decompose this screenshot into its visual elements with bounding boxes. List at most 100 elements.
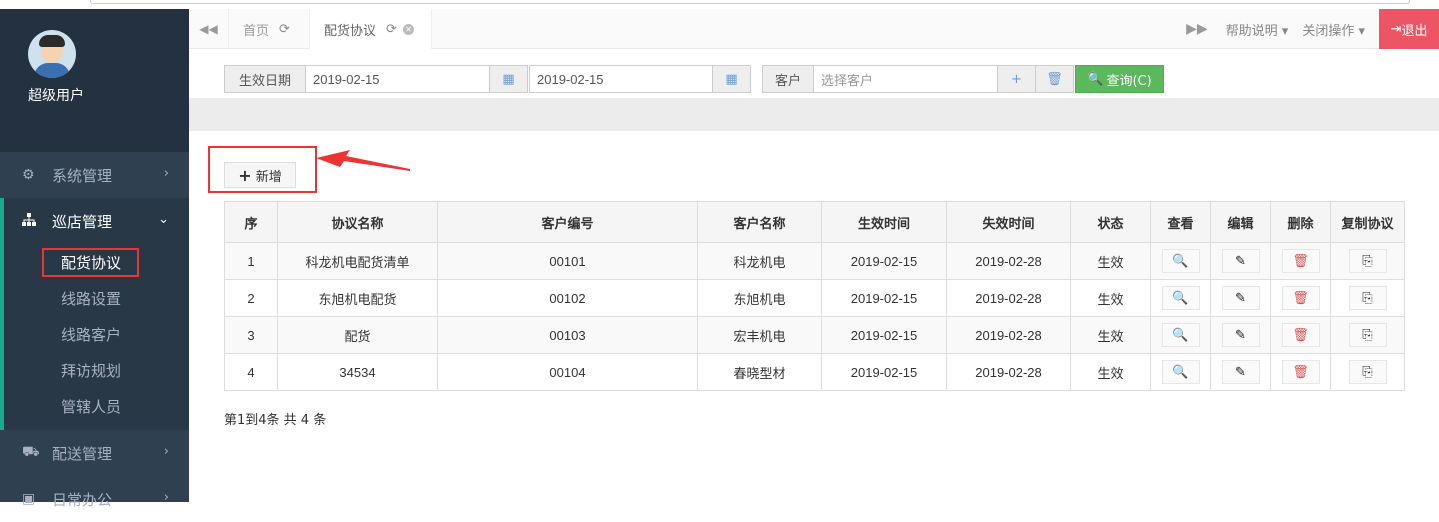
query-button[interactable]: 🔍 查询(C) — [1075, 65, 1164, 93]
view-button[interactable]: 🔍 — [1161, 323, 1200, 347]
col-effective-time[interactable]: 生效时间 — [821, 201, 947, 243]
nav-item-delivery[interactable]: ⛟ 配送管理 › — [0, 430, 189, 476]
cell-customer: 东旭机电 — [697, 279, 822, 317]
tab-bar: ◀◀ 首页 ⟳ 配货协议 ⟳ ✕ ▶▶ 帮助说明 ▾ 关闭操作 ▾ ⇥ 退出 — [189, 9, 1439, 49]
close-operations-dropdown[interactable]: 关闭操作 ▾ — [1302, 20, 1365, 39]
search-icon: 🔍 — [1172, 253, 1189, 268]
edit-button[interactable]: ✎ — [1221, 360, 1260, 384]
date-from-input[interactable]: 2019-02-15 — [306, 65, 490, 93]
cell-action: ✎ — [1210, 353, 1271, 391]
nav-item-system[interactable]: ⚙ 系统管理 › — [0, 152, 189, 198]
cell-action: ✎ — [1210, 279, 1271, 317]
nav-label: 配送管理 — [52, 444, 113, 463]
subnav-item-distribution-agreement[interactable]: 配货协议 — [4, 244, 189, 280]
cogs-icon: ⚙ — [22, 167, 35, 183]
table-row[interactable]: 1 科龙机电配货清单 00101 科龙机电 2019-02-15 2019-02-28 生效… — [224, 242, 1405, 280]
cell-action: 🔍 — [1150, 279, 1211, 317]
table-row[interactable]: 4 34534 00104 春晓型材 2019-02-15 2019-02-28 生效 🔍 ✎ 🗑… — [224, 353, 1405, 391]
chevron-right-icon: › — [163, 166, 169, 181]
cell-action: 🗑 — [1270, 242, 1331, 280]
customer-input[interactable]: 选择客户 — [814, 65, 998, 93]
nav-item-store-patrol[interactable]: 巡店管理 ⌄ — [0, 198, 189, 244]
trash-icon[interactable]: 🗑 — [1036, 65, 1074, 93]
plus-icon[interactable]: + — [998, 65, 1036, 93]
cell-action: ⎘ — [1330, 242, 1405, 280]
copy-button[interactable]: ⎘ — [1348, 286, 1387, 310]
nav-label: 系统管理 — [52, 166, 113, 185]
date-to-input[interactable]: 2019-02-15 — [529, 65, 713, 93]
col-edit: 编辑 — [1210, 201, 1271, 243]
table-row[interactable]: 2 东旭机电配货 00102 东旭机电 2019-02-15 2019-02-28 生效 🔍 ✎… — [224, 279, 1405, 317]
cell-start: 2019-02-15 — [821, 353, 947, 391]
cell-customer: 科龙机电 — [697, 242, 822, 280]
cell-seq: 4 — [224, 353, 278, 391]
view-button[interactable]: 🔍 — [1161, 360, 1200, 384]
cell-action: ✎ — [1210, 316, 1271, 354]
subnav-item-route-settings[interactable]: 线路设置 — [4, 280, 189, 316]
col-customer-code[interactable]: 客户编号 — [437, 201, 698, 243]
cell-action: 🔍 — [1150, 353, 1211, 391]
scroll-tabs-right-button[interactable]: ▶▶ — [1186, 21, 1208, 37]
add-button[interactable]: + 新增 — [224, 162, 296, 188]
edit-button[interactable]: ✎ — [1221, 323, 1260, 347]
cell-code: 00102 — [437, 279, 698, 317]
cell-action: 🗑 — [1270, 316, 1331, 354]
trash-icon: 🗑 — [1292, 253, 1309, 268]
edit-button[interactable]: ✎ — [1221, 249, 1260, 273]
user-name[interactable]: 超级用户 — [28, 85, 84, 105]
nav-label: 日常办公 — [52, 490, 113, 509]
view-button[interactable]: 🔍 — [1161, 286, 1200, 310]
copy-button[interactable]: ⎘ — [1348, 249, 1387, 273]
col-status[interactable]: 状态 — [1070, 201, 1151, 243]
col-copy: 复制协议 — [1330, 201, 1405, 243]
delete-button[interactable]: 🗑 — [1281, 323, 1320, 347]
cell-end: 2019-02-28 — [946, 242, 1071, 280]
copy-button[interactable]: ⎘ — [1348, 323, 1387, 347]
cell-status: 生效 — [1070, 242, 1151, 280]
refresh-icon[interactable]: ⟳ — [386, 22, 397, 37]
col-seq[interactable]: 序 — [224, 201, 278, 243]
logout-button[interactable]: ⇥ 退出 — [1379, 9, 1439, 49]
cell-action: ⎘ — [1330, 316, 1405, 354]
cell-code: 00104 — [437, 353, 698, 391]
subnav-item-managers[interactable]: 管辖人员 — [4, 388, 189, 424]
calendar-icon[interactable]: ▦ — [713, 65, 751, 93]
subnav-item-route-customers[interactable]: 线路客户 — [4, 316, 189, 352]
cell-seq: 1 — [224, 242, 278, 280]
cell-status: 生效 — [1070, 279, 1151, 317]
tab-label: 首页 — [243, 23, 270, 39]
delete-button[interactable]: 🗑 — [1281, 249, 1320, 273]
cell-code: 00101 — [437, 242, 698, 280]
view-button[interactable]: 🔍 — [1161, 249, 1200, 273]
col-agreement-name[interactable]: 协议名称 — [277, 201, 438, 243]
refresh-icon[interactable]: ⟳ — [279, 22, 290, 37]
col-expiry-time[interactable]: 失效时间 — [946, 201, 1071, 243]
cell-code: 00103 — [437, 316, 698, 354]
sign-out-icon: ⇥ — [1390, 21, 1402, 37]
help-dropdown[interactable]: 帮助说明 ▾ — [1226, 20, 1289, 39]
scroll-tabs-left-button[interactable]: ◀◀ — [189, 9, 229, 49]
cell-name: 东旭机电配货 — [277, 279, 438, 317]
copy-button[interactable]: ⎘ — [1348, 360, 1387, 384]
cell-action: ⎘ — [1330, 279, 1405, 317]
close-icon[interactable]: ✕ — [402, 23, 414, 35]
delete-button[interactable]: 🗑 — [1281, 286, 1320, 310]
cell-start: 2019-02-15 — [821, 242, 947, 280]
avatar[interactable] — [28, 30, 76, 78]
tab-home[interactable]: 首页 ⟳ — [231, 9, 307, 49]
table-header-row: 序 协议名称 客户编号 客户名称 生效时间 失效时间 状态 查看 编辑 删除 复… — [224, 201, 1405, 243]
tab-distribution-agreement[interactable]: 配货协议 ⟳ ✕ — [309, 9, 432, 49]
plus-icon: + — [238, 165, 252, 185]
table-row[interactable]: 3 配货 00103 宏丰机电 2019-02-15 2019-02-28 生效 🔍 ✎ 🗑 ⎘ — [224, 316, 1405, 354]
cell-action: ⎘ — [1330, 353, 1405, 391]
col-customer-name[interactable]: 客户名称 — [697, 201, 822, 243]
cell-action: 🗑 — [1270, 279, 1331, 317]
cell-action: 🔍 — [1150, 242, 1211, 280]
subnav-item-visit-planning[interactable]: 拜访规划 — [4, 352, 189, 388]
nav-item-daily-office[interactable]: ▣ 日常办公 › — [0, 476, 189, 522]
col-delete: 删除 — [1270, 201, 1331, 243]
edit-button[interactable]: ✎ — [1221, 286, 1260, 310]
calendar-icon[interactable]: ▦ — [490, 65, 528, 93]
delete-button[interactable]: 🗑 — [1281, 360, 1320, 384]
cell-seq: 3 — [224, 316, 278, 354]
